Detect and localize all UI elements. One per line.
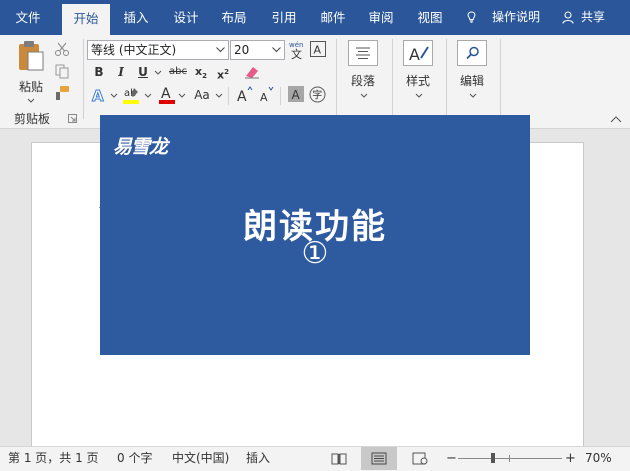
clipboard-paste-icon [19, 41, 44, 71]
zoom-in-button[interactable]: + [565, 447, 576, 471]
font-name-combo[interactable]: 等线 (中文正文) [87, 40, 229, 60]
lightbulb-icon [467, 11, 476, 23]
svg-text:A: A [314, 44, 322, 57]
zoom-100-tick [509, 455, 510, 462]
brand-logo: 易雪龙 [113, 136, 168, 158]
zoom-out-button[interactable]: − [446, 447, 457, 471]
highlight-icon[interactable]: ab [122, 85, 142, 105]
chevron-down-icon[interactable] [154, 70, 162, 75]
collapse-ribbon-icon[interactable] [610, 115, 622, 123]
styles-button[interactable]: 样式 [400, 72, 436, 89]
superscript-mark: 2 [224, 68, 229, 76]
tab-layout[interactable]: 布局 [216, 0, 252, 35]
tab-review[interactable]: 审阅 [363, 0, 399, 35]
font-color-icon[interactable]: A [157, 85, 177, 105]
share-button[interactable]: 共享 [562, 0, 605, 35]
chevron-down-icon[interactable] [215, 93, 223, 98]
chevron-down-icon [272, 47, 281, 53]
subscript-mark: 2 [202, 72, 207, 81]
change-case-button[interactable]: Aa [190, 86, 214, 104]
font-size-combo[interactable]: 20 [230, 40, 285, 60]
status-bar: 第 1 页，共 1 页 0 个字 中文(中国) 插入 − + 70% [0, 446, 630, 471]
shrink-font-icon[interactable]: A [258, 85, 276, 103]
svg-text:A: A [260, 91, 268, 103]
chevron-down-icon [27, 98, 35, 103]
title-overlay: 易雪龙 朗读功能 ① [100, 115, 530, 355]
svg-text:A: A [292, 88, 301, 102]
phonetic-guide-icon[interactable]: wén文 [288, 40, 306, 60]
tab-view[interactable]: 视图 [412, 0, 448, 35]
dialog-launcher-icon[interactable] [68, 114, 77, 123]
superscript-button[interactable]: x2 [214, 63, 232, 82]
chevron-down-icon[interactable] [415, 93, 423, 98]
tell-me-box[interactable]: 操作说明 [466, 0, 540, 35]
page-count[interactable]: 第 1 页，共 1 页 [8, 447, 99, 471]
insert-mode[interactable]: 插入 [246, 447, 270, 471]
tab-insert[interactable]: 插入 [118, 0, 154, 35]
clipboard-group-label: 剪贴板 [14, 112, 51, 126]
chevron-down-icon[interactable] [110, 93, 118, 98]
svg-text:文: 文 [291, 47, 302, 60]
ribbon-tab-bar: 文件 开始 插入 设计 布局 引用 邮件 审阅 视图 操作说明 共享 [0, 0, 630, 35]
tab-mailings[interactable]: 邮件 [315, 0, 351, 35]
person-icon [562, 11, 574, 24]
font-name-value: 等线 (中文正文) [91, 43, 177, 57]
paste-label: 粘贴 [18, 80, 43, 94]
svg-text:A: A [92, 87, 104, 104]
clear-formatting-icon[interactable] [243, 64, 261, 80]
editing-button[interactable]: 编辑 [454, 72, 490, 89]
web-layout-icon[interactable] [412, 452, 428, 465]
enclose-characters-icon[interactable]: 字 [309, 86, 326, 103]
print-layout-icon [371, 452, 387, 465]
svg-text:A: A [161, 86, 171, 102]
word-count[interactable]: 0 个字 [117, 447, 152, 471]
tab-file[interactable]: 文件 [10, 0, 46, 35]
zoom-slider-track[interactable] [458, 458, 562, 459]
font-size-value: 20 [234, 43, 250, 57]
underline-button[interactable]: U [134, 63, 152, 81]
align-lines-icon [356, 47, 370, 59]
copy-icon[interactable] [54, 63, 70, 79]
tab-references[interactable]: 引用 [266, 0, 302, 35]
styles-icon: A [409, 45, 429, 63]
chevron-down-icon [216, 47, 225, 53]
strikethrough-button[interactable]: abc [166, 63, 190, 81]
chevron-down-icon[interactable] [469, 93, 477, 98]
styles-icon-box: A [403, 40, 433, 66]
paragraph-icon-box [348, 40, 378, 66]
scissors-icon[interactable] [54, 41, 70, 57]
chevron-down-icon[interactable] [144, 93, 152, 98]
grow-font-icon[interactable]: A [236, 85, 254, 103]
svg-text:字: 字 [312, 89, 322, 102]
zoom-slider-thumb[interactable] [490, 453, 495, 463]
chevron-down-icon[interactable] [178, 93, 186, 98]
tab-home[interactable]: 开始 [62, 4, 110, 35]
svg-text:A: A [237, 89, 247, 103]
format-painter-icon[interactable] [54, 85, 70, 101]
svg-text:A: A [409, 45, 420, 63]
paste-button[interactable]: 粘贴 [12, 40, 50, 104]
character-shading-icon[interactable]: A [288, 86, 304, 102]
search-icon [466, 46, 479, 60]
zoom-level[interactable]: 70% [585, 447, 612, 471]
overlay-number: ① [301, 236, 329, 271]
bold-button[interactable]: B [90, 63, 108, 81]
language-indicator[interactable]: 中文(中国) [172, 447, 229, 471]
character-border-icon[interactable]: A [310, 41, 326, 57]
editing-icon-box [457, 40, 487, 66]
text-effects-icon[interactable]: A [90, 86, 108, 105]
subscript-button[interactable]: x2 [192, 63, 210, 81]
italic-button[interactable]: I [112, 63, 130, 81]
tab-design[interactable]: 设计 [168, 0, 204, 35]
read-mode-icon[interactable] [331, 452, 347, 465]
paragraph-button[interactable]: 段落 [345, 72, 381, 89]
print-layout-button[interactable] [361, 447, 397, 470]
chevron-down-icon[interactable] [360, 93, 368, 98]
share-label: 共享 [581, 10, 606, 24]
tell-me-label: 操作说明 [492, 10, 541, 24]
